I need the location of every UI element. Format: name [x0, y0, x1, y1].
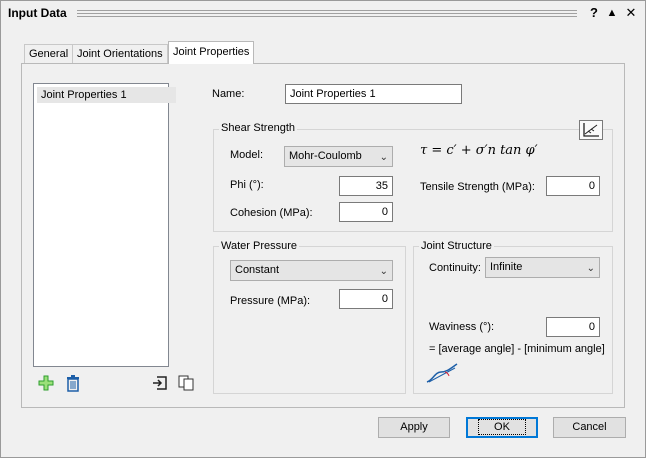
chevron-down-icon: ⌄ — [379, 152, 388, 163]
shear-strength-title: Shear Strength — [219, 122, 297, 134]
cohesion-field[interactable]: 0 — [339, 202, 393, 222]
title-grip — [77, 10, 577, 17]
chevron-down-icon: ⌄ — [586, 263, 595, 274]
water-pressure-mode-value: Constant — [235, 264, 280, 276]
phi-field[interactable]: 35 — [339, 176, 393, 196]
model-select[interactable]: Mohr-Coulomb ⌄ — [284, 146, 393, 167]
copy-icon[interactable] — [177, 374, 195, 392]
name-label: Name: — [212, 88, 245, 100]
continuity-label: Continuity: — [429, 262, 481, 274]
waviness-label: Waviness (°): — [429, 321, 495, 333]
cancel-button[interactable]: Cancel — [553, 417, 626, 438]
list-item[interactable]: Joint Properties 1 — [37, 87, 176, 103]
model-value: Mohr-Coulomb — [289, 150, 362, 162]
name-field[interactable]: Joint Properties 1 — [285, 84, 462, 104]
title-bar[interactable]: Input Data ? ▲ ✕ — [1, 1, 645, 27]
model-label: Model: — [230, 149, 264, 161]
plus-icon[interactable] — [37, 374, 55, 392]
joint-structure-title: Joint Structure — [419, 240, 494, 252]
water-pressure-mode-select[interactable]: Constant ⌄ — [230, 260, 393, 281]
waviness-field[interactable]: 0 — [546, 317, 600, 337]
chevron-down-icon: ⌄ — [379, 266, 388, 277]
close-icon[interactable]: ✕ — [623, 5, 639, 21]
apply-button[interactable]: Apply — [378, 417, 450, 438]
tab-joint-orientations[interactable]: Joint Orientations — [72, 44, 168, 63]
ok-button[interactable]: OK — [466, 417, 538, 438]
phi-label: Phi (°): — [230, 179, 264, 191]
continuity-value: Infinite — [490, 261, 523, 273]
waviness-diagram-icon — [425, 362, 459, 384]
trash-icon[interactable] — [64, 374, 82, 392]
continuity-select[interactable]: Infinite ⌄ — [485, 257, 600, 278]
pressure-label: Pressure (MPa): — [230, 295, 311, 307]
tab-joint-properties[interactable]: Joint Properties — [168, 41, 255, 64]
help-icon[interactable]: ? — [586, 5, 602, 21]
water-pressure-title: Water Pressure — [219, 240, 300, 252]
tensile-strength-label: Tensile Strength (MPa): — [420, 181, 535, 193]
collapse-icon[interactable]: ▲ — [604, 5, 620, 21]
import-icon[interactable] — [151, 374, 169, 392]
chart-icon[interactable] — [579, 120, 603, 140]
window-title: Input Data — [8, 6, 67, 20]
shear-formula: τ = c′ + σ′n tan φ′ — [420, 143, 538, 158]
ok-button-label: OK — [478, 419, 526, 435]
waviness-note: = [average angle] - [minimum angle] — [429, 343, 605, 355]
input-data-dialog: Input Data ? ▲ ✕ General Joint Orientati… — [0, 0, 646, 458]
tab-general[interactable]: General — [24, 44, 74, 63]
cohesion-label: Cohesion (MPa): — [230, 207, 313, 219]
pressure-field[interactable]: 0 — [339, 289, 393, 309]
tensile-strength-field[interactable]: 0 — [546, 176, 600, 196]
joint-properties-list[interactable]: Joint Properties 1 — [33, 83, 176, 367]
